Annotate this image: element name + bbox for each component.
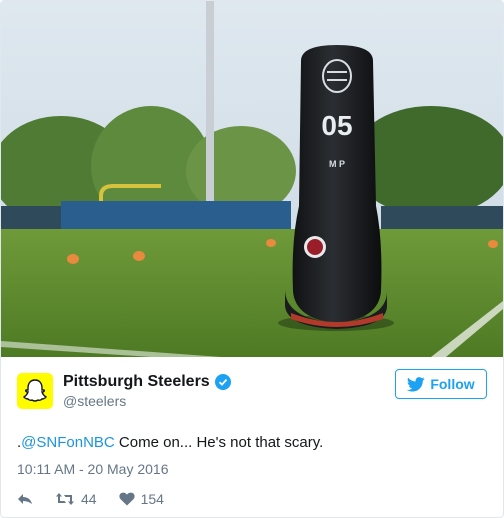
avatar[interactable] bbox=[17, 373, 53, 409]
photo-football-dummy: 05 M P bbox=[1, 1, 503, 357]
retweet-count: 44 bbox=[81, 491, 97, 507]
follow-button-label: Follow bbox=[430, 376, 475, 392]
author-handle[interactable]: @steelers bbox=[63, 393, 395, 409]
author-display-name[interactable]: Pittsburgh Steelers bbox=[63, 373, 210, 391]
tweet-meta: Pittsburgh Steelers @steelers Follow .@S… bbox=[1, 357, 503, 507]
reply-button[interactable] bbox=[17, 492, 33, 506]
like-count: 154 bbox=[140, 491, 164, 507]
mention-link[interactable]: @SNFonNBC bbox=[21, 434, 115, 451]
twitter-bird-icon bbox=[407, 376, 426, 392]
author-names: Pittsburgh Steelers @steelers bbox=[63, 373, 395, 409]
dummy-brand: M P bbox=[329, 159, 345, 169]
reply-icon bbox=[18, 494, 32, 504]
tweet-text: .@SNFonNBC Come on... He's not that scar… bbox=[17, 433, 487, 453]
follow-button[interactable]: Follow bbox=[395, 369, 487, 399]
tweet-author-row: Pittsburgh Steelers @steelers Follow bbox=[17, 369, 487, 413]
author-display-name-row[interactable]: Pittsburgh Steelers bbox=[63, 373, 395, 391]
tweet-actions: 44 154 bbox=[17, 491, 487, 507]
tweet-card: 05 M P Pittsburgh Steelers @steelers Fol… bbox=[0, 0, 504, 518]
tweet-text-body: Come on... He's not that scary. bbox=[114, 434, 324, 451]
like-heart-icon bbox=[118, 492, 135, 506]
tweet-timestamp[interactable]: 10:11 AM - 20 May 2016 bbox=[17, 461, 487, 477]
retweet-icon bbox=[56, 493, 74, 505]
dummy-number: 05 bbox=[321, 110, 352, 141]
snapchat-ghost-icon bbox=[22, 379, 48, 402]
verified-badge-icon bbox=[214, 374, 231, 390]
tweet-photo[interactable]: 05 M P bbox=[1, 1, 503, 357]
like-button[interactable]: 154 bbox=[118, 491, 164, 507]
retweet-button[interactable]: 44 bbox=[55, 491, 97, 507]
